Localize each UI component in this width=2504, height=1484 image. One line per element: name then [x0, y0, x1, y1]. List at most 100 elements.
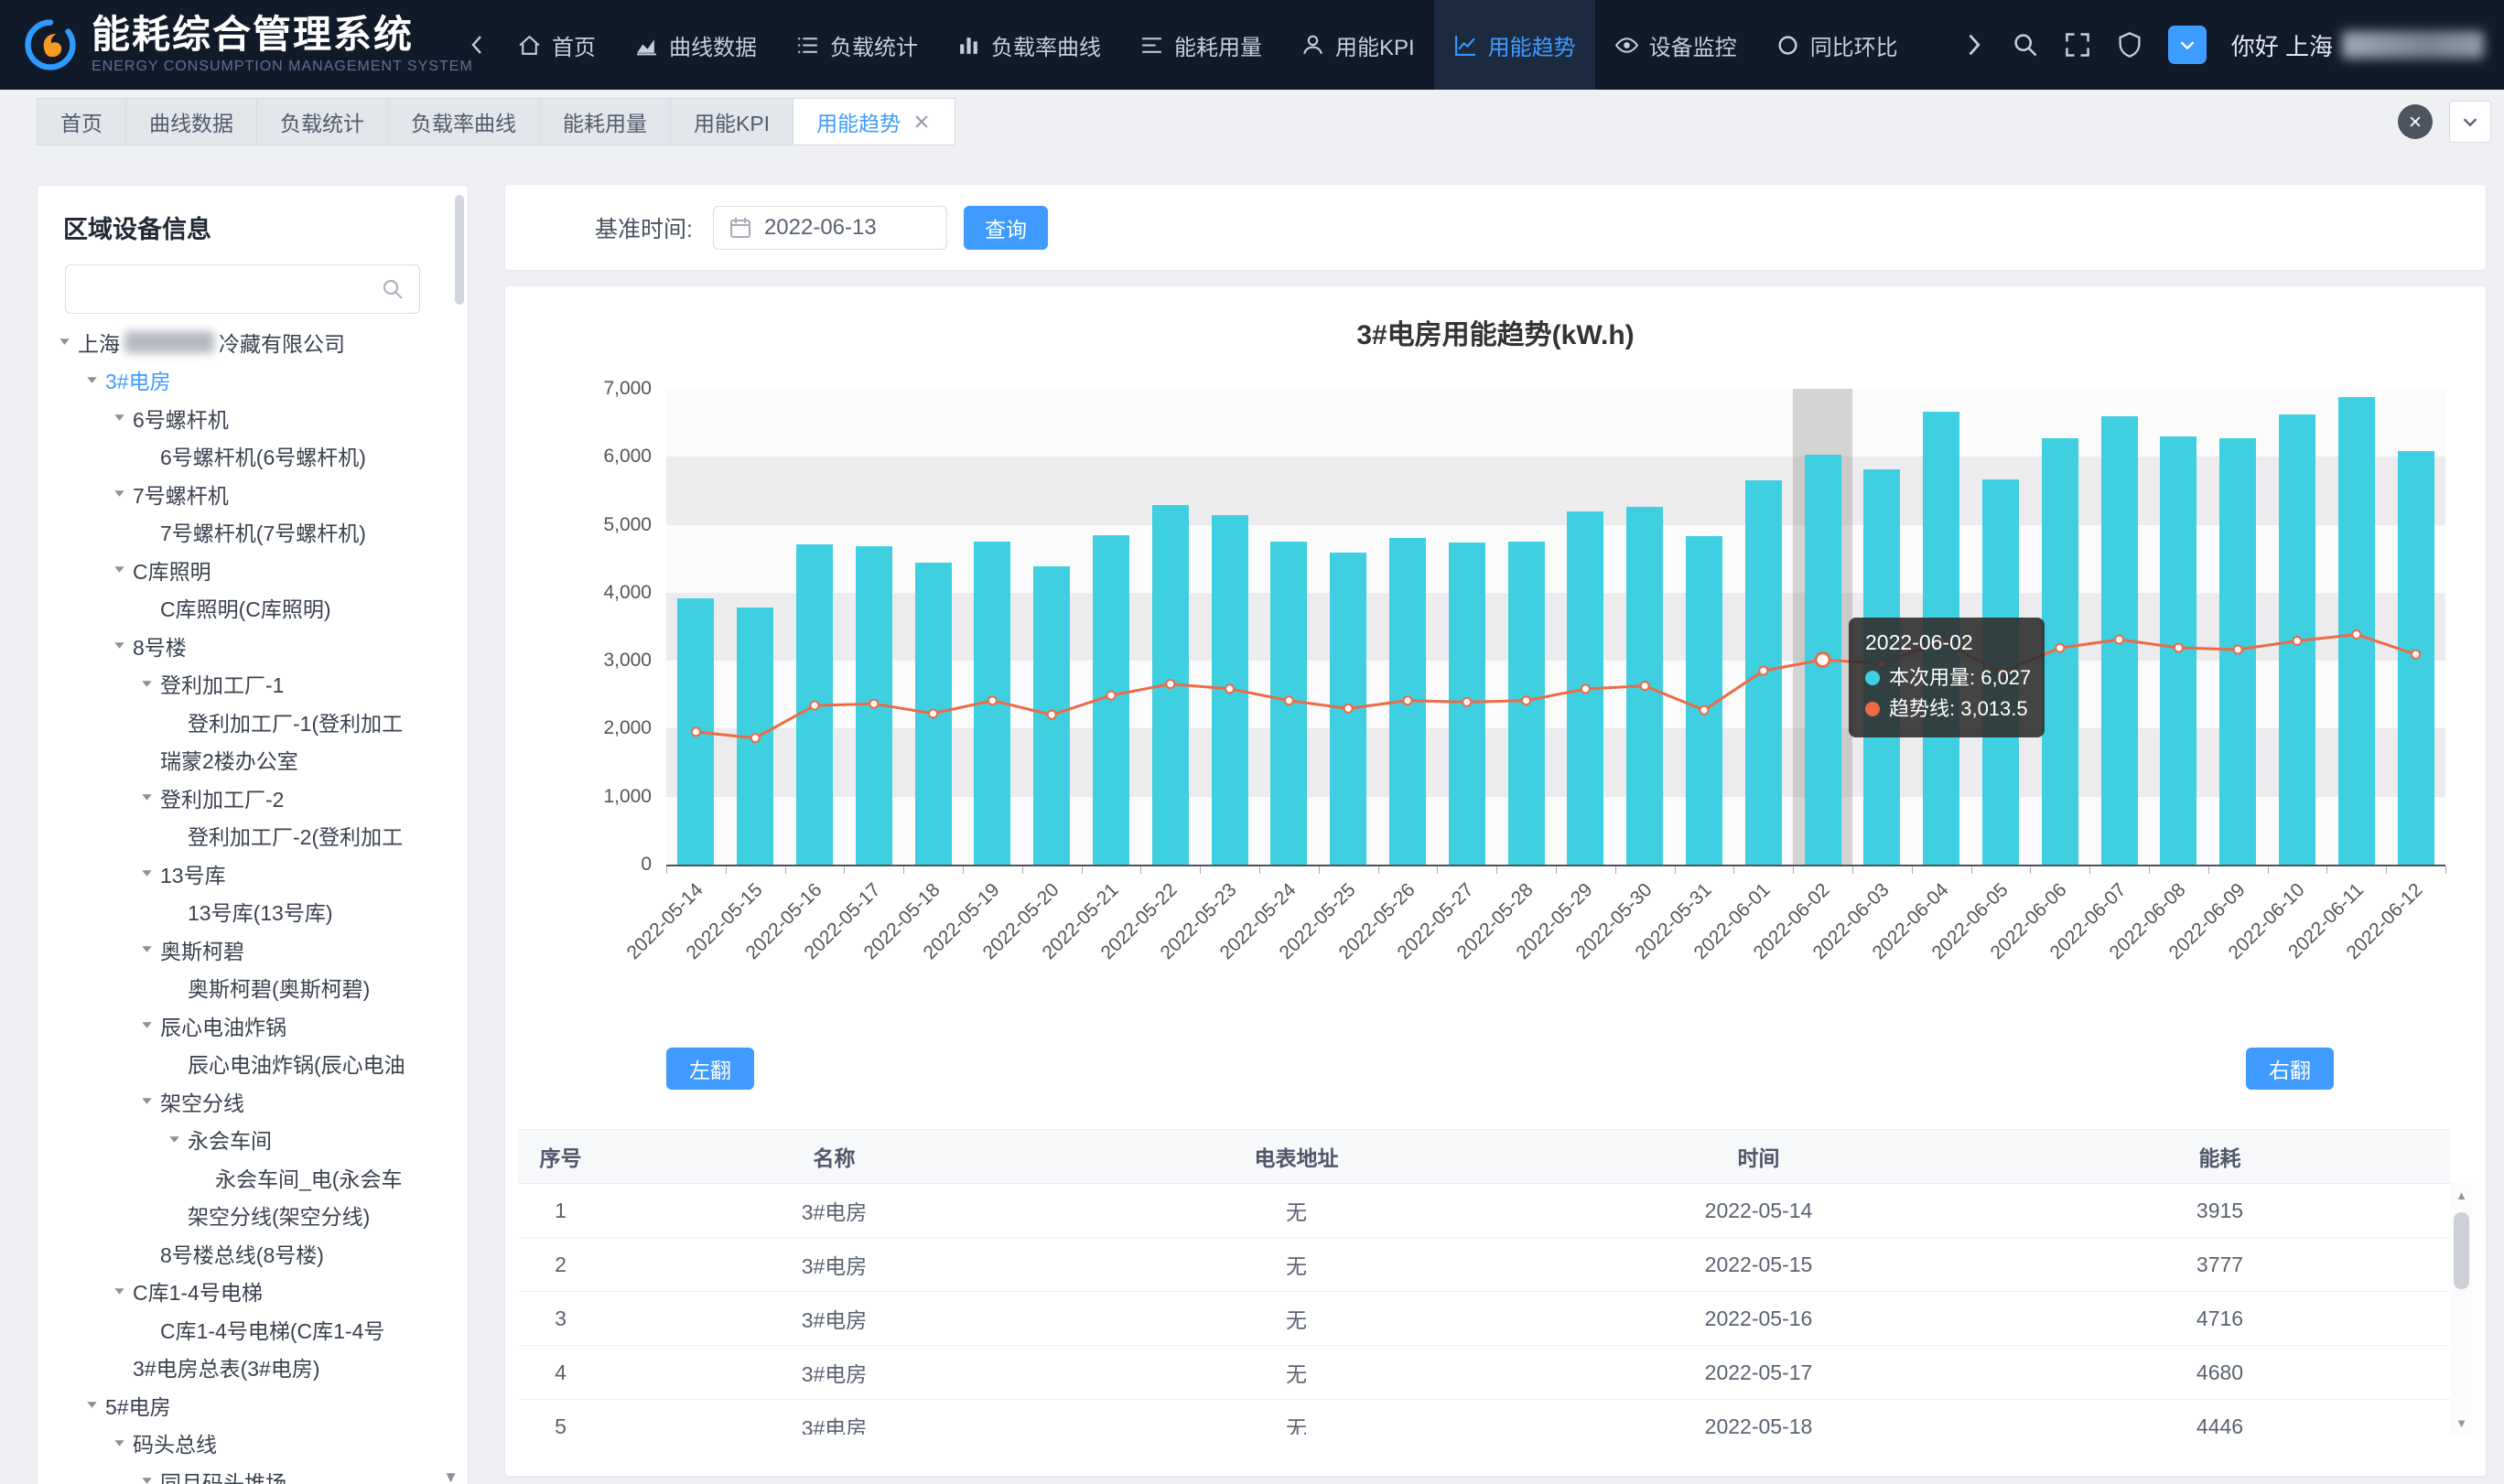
- nav-item-yoy-mom[interactable]: 同比环比: [1756, 0, 1917, 90]
- tree-node[interactable]: 13号库(13号库): [38, 893, 468, 931]
- tab-energy-usage[interactable]: 能耗用量: [539, 98, 671, 145]
- tree-node[interactable]: 永会车间: [38, 1121, 468, 1159]
- energy-trend-chart[interactable]: 01,0002,0003,0004,0005,0006,0007,0002022…: [666, 389, 2445, 865]
- nav-scroll-left-icon[interactable]: [458, 0, 498, 90]
- tree-node[interactable]: C库照明: [38, 551, 468, 589]
- base-date-input[interactable]: 2022-06-13: [713, 206, 947, 250]
- nav-item-load-stats[interactable]: 负载统计: [776, 0, 937, 90]
- tree-node[interactable]: 3#电房: [38, 361, 468, 400]
- tree-node[interactable]: 瑞蒙2楼办公室: [38, 741, 468, 780]
- caret-down-icon[interactable]: [133, 790, 160, 805]
- tree-node[interactable]: 辰心电油炸锅: [38, 1006, 468, 1045]
- search-icon[interactable]: [381, 277, 405, 301]
- tree-node[interactable]: 架空分线(架空分线): [38, 1197, 468, 1235]
- caret-down-icon[interactable]: [133, 676, 160, 692]
- tree-node[interactable]: 永会车间_电(永会车: [38, 1158, 468, 1197]
- table-row[interactable]: 23#电房无2022-05-153777: [518, 1238, 2450, 1292]
- caret-down-icon[interactable]: [105, 562, 133, 577]
- tree-node[interactable]: 登利加工厂-1: [38, 665, 468, 704]
- tab-energy-trend[interactable]: 用能趋势: [793, 98, 955, 145]
- tree-node[interactable]: 登利加工厂-1(登利加工: [38, 703, 468, 741]
- tree-node[interactable]: 码头总线: [38, 1425, 468, 1463]
- table-scrollbar[interactable]: ▲ ▼: [2450, 1183, 2473, 1435]
- tree-node[interactable]: 架空分线: [38, 1082, 468, 1121]
- caret-down-icon[interactable]: [160, 1132, 188, 1147]
- nav-item-energy-trend[interactable]: 用能趋势: [1434, 0, 1595, 90]
- table-row[interactable]: 53#电房无2022-05-184446: [518, 1400, 2450, 1436]
- caret-down-icon[interactable]: [105, 1436, 133, 1451]
- tree-node[interactable]: 7号螺杆机: [38, 475, 468, 513]
- tab-close-icon[interactable]: [912, 112, 932, 132]
- tree-node[interactable]: 13号库: [38, 855, 468, 893]
- trend-point: [1166, 680, 1174, 688]
- tree-node[interactable]: C库1-4号电梯: [38, 1273, 468, 1311]
- tree-scrollbar-thumb[interactable]: [455, 195, 464, 305]
- tree-search-input[interactable]: [81, 277, 381, 302]
- page-left-button[interactable]: 左翻: [666, 1048, 754, 1090]
- tab-home[interactable]: 首页: [37, 98, 126, 145]
- caret-down-icon[interactable]: [133, 1473, 160, 1484]
- user-greeting[interactable]: 你好 上海: [2231, 28, 2484, 62]
- tree-node[interactable]: 6号螺杆机: [38, 399, 468, 437]
- tree-node-label: 架空分线(架空分线): [188, 1199, 370, 1231]
- tree-scroll-down-icon[interactable]: ▼: [443, 1468, 459, 1484]
- caret-down-icon[interactable]: [133, 1093, 160, 1109]
- logo-text: 能耗综合管理系统 ENERGY CONSUMPTION MANAGEMENT S…: [92, 15, 473, 75]
- caret-down-icon[interactable]: [105, 486, 133, 501]
- y-axis-label: 0: [514, 854, 652, 876]
- table-cell: 4446: [1990, 1400, 2450, 1436]
- tab-load-stats[interactable]: 负载统计: [256, 98, 388, 145]
- tab-curve-data[interactable]: 曲线数据: [125, 98, 257, 145]
- nav-scroll-right-icon[interactable]: [1959, 31, 1987, 59]
- tree-scrollbar[interactable]: [455, 193, 464, 1456]
- tree-node[interactable]: C库1-4号电梯(C库1-4号: [38, 1310, 468, 1349]
- tree-node[interactable]: 8号楼: [38, 627, 468, 665]
- scroll-up-icon[interactable]: ▲: [2450, 1183, 2473, 1207]
- tab-energy-kpi[interactable]: 用能KPI: [670, 98, 793, 145]
- caret-down-icon[interactable]: [50, 334, 78, 349]
- page-right-button[interactable]: 右翻: [2246, 1048, 2334, 1090]
- axis-tick: [2089, 866, 2090, 874]
- tab-load-rate-curve[interactable]: 负载率曲线: [387, 98, 540, 145]
- close-all-tabs-button[interactable]: [2398, 104, 2433, 139]
- nav-item-device-monitor[interactable]: 设备监控: [1595, 0, 1756, 90]
- shield-icon[interactable]: [2116, 31, 2143, 59]
- trend-point: [1344, 704, 1353, 713]
- table-row[interactable]: 43#电房无2022-05-174680: [518, 1346, 2450, 1400]
- tree-node[interactable]: 奥斯柯碧: [38, 930, 468, 969]
- tree-node[interactable]: 登利加工厂-2: [38, 779, 468, 817]
- nav-item-energy-kpi[interactable]: 用能KPI: [1281, 0, 1434, 90]
- nav-item-home[interactable]: 首页: [498, 0, 615, 90]
- tree-node[interactable]: 同月码头堆场: [38, 1462, 468, 1484]
- caret-down-icon[interactable]: [105, 1284, 133, 1299]
- tree-node[interactable]: 奥斯柯碧(奥斯柯碧): [38, 969, 468, 1007]
- tree-node[interactable]: 3#电房总表(3#电房): [38, 1349, 468, 1387]
- nav-item-load-rate-curve[interactable]: 负载率曲线: [937, 0, 1120, 90]
- caret-down-icon[interactable]: [78, 1397, 105, 1413]
- tree-node[interactable]: 7号螺杆机(7号螺杆机): [38, 513, 468, 552]
- table-row[interactable]: 13#电房无2022-05-143915: [518, 1184, 2450, 1238]
- tree-node[interactable]: 5#电房: [38, 1386, 468, 1425]
- caret-down-icon[interactable]: [78, 372, 105, 388]
- tree-node[interactable]: 登利加工厂-2(登利加工: [38, 817, 468, 855]
- tree-node[interactable]: 辰心电油炸锅(辰心电油: [38, 1045, 468, 1083]
- user-dropdown-button[interactable]: [2168, 26, 2207, 64]
- search-icon[interactable]: [2012, 31, 2039, 59]
- tree-node[interactable]: C库照明(C库照明): [38, 589, 468, 628]
- query-button[interactable]: 查询: [964, 206, 1048, 250]
- nav-item-curve-data[interactable]: 曲线数据: [615, 0, 776, 90]
- tree-node[interactable]: 6号螺杆机(6号螺杆机): [38, 437, 468, 476]
- caret-down-icon[interactable]: [105, 638, 133, 653]
- caret-down-icon[interactable]: [105, 410, 133, 425]
- tree-node[interactable]: 上海冷藏有限公司: [38, 323, 468, 361]
- nav-item-energy-usage[interactable]: 能耗用量: [1120, 0, 1281, 90]
- table-row[interactable]: 33#电房无2022-05-164716: [518, 1292, 2450, 1346]
- caret-down-icon[interactable]: [133, 941, 160, 957]
- fullscreen-icon[interactable]: [2064, 31, 2091, 59]
- caret-down-icon[interactable]: [133, 866, 160, 881]
- table-scrollbar-thumb[interactable]: [2454, 1212, 2469, 1289]
- tree-node[interactable]: 8号楼总线(8号楼): [38, 1234, 468, 1273]
- scroll-down-icon[interactable]: ▼: [2450, 1411, 2473, 1435]
- tab-options-button[interactable]: [2449, 101, 2491, 143]
- caret-down-icon[interactable]: [133, 1017, 160, 1033]
